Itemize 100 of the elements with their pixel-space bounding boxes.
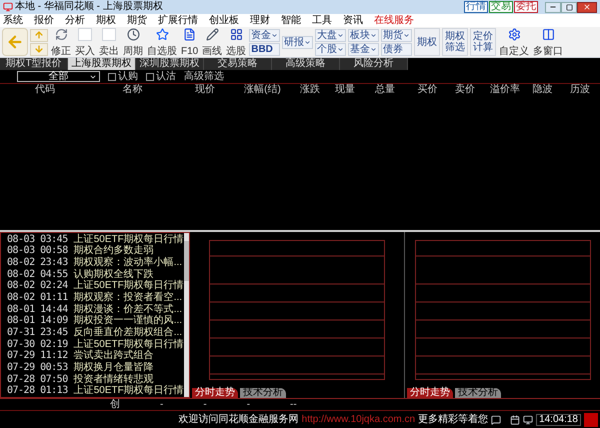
news-headline[interactable]: 上证50ETF期权每日行情 — [74, 234, 184, 245]
news-headline[interactable]: 期权观察：波动率小幅... — [74, 258, 182, 268]
toolbar-button[interactable]: 多窗口 — [532, 28, 564, 56]
dropdown-button[interactable]: 资金 — [249, 28, 280, 42]
grid-icon — [230, 28, 243, 40]
news-time: 07-28 07:50 — [7, 374, 68, 384]
checkbox[interactable] — [146, 72, 154, 80]
column-header[interactable]: 历波 — [560, 84, 600, 96]
news-time: 07-29 11:12 — [7, 351, 68, 362]
toolbar-button[interactable]: 卖出 — [98, 28, 120, 56]
toolbar-button[interactable]: 自定义 — [498, 28, 530, 56]
news-time: 08-03 03:45 — [7, 234, 68, 245]
network-icon[interactable] — [523, 414, 534, 424]
menu-item[interactable]: 报价 — [34, 16, 54, 26]
refresh-icon — [54, 28, 68, 40]
column-header[interactable]: 名称 — [90, 84, 175, 96]
chart-tab[interactable]: 分时走势 — [407, 388, 453, 398]
menu-item[interactable]: 在线服务 — [374, 16, 414, 26]
scrollbar[interactable] — [184, 233, 189, 397]
up-arrow-icon — [34, 30, 44, 40]
message-icon[interactable] — [491, 414, 502, 424]
market-tab[interactable]: 交易策略 — [204, 58, 272, 70]
toolbar-button[interactable]: 修正 — [50, 28, 72, 56]
dropdown-button[interactable]: 个股 — [315, 42, 346, 56]
toolbar-button[interactable]: 期权筛选 — [442, 28, 468, 56]
toolbar-button[interactable]: 选股 — [225, 28, 248, 56]
dropdown-button[interactable]: 板块 — [348, 28, 380, 42]
column-header[interactable]: 隐波 — [525, 84, 560, 96]
dropdown-button[interactable]: 研报 — [282, 36, 314, 48]
menu-item[interactable]: 工具 — [312, 16, 332, 26]
checkbox-label: 认沽 — [156, 72, 176, 82]
market-tab[interactable]: 风险分析 — [340, 58, 408, 70]
column-header[interactable]: 卖价 — [445, 84, 485, 96]
news-time: 08-02 23:43 — [7, 258, 68, 268]
market-tab[interactable]: 高级策略 — [272, 58, 340, 70]
toolbar-button[interactable]: 画线 — [201, 28, 224, 56]
toolbar-button[interactable]: F10 — [180, 28, 200, 56]
menu-item[interactable]: 理财 — [250, 16, 270, 26]
caret-icon — [304, 38, 312, 46]
market-tab[interactable]: 上海股票期权 — [68, 58, 136, 70]
column-header[interactable]: 现量 — [330, 84, 360, 96]
toolbar-button[interactable]: 周期 — [122, 28, 144, 56]
promo-text: 更多精彩等着您 — [418, 414, 488, 424]
news-headline[interactable]: 尝试卖出跨式组合 — [74, 351, 154, 362]
news-headline[interactable]: 期权观察：投资者看空... — [74, 293, 182, 304]
market-tab[interactable]: 期权T型报价 — [0, 58, 68, 70]
menu-item[interactable]: 系统 — [3, 16, 23, 26]
menu-item[interactable]: 智能 — [281, 16, 301, 26]
news-headline[interactable]: 期权漫谈：价差不等式... — [74, 304, 182, 315]
news-headline[interactable]: 上证50ETF期权每日行情 — [74, 340, 184, 350]
dropdown-button[interactable]: 基金 — [348, 42, 380, 56]
news-headline[interactable]: 上证50ETF期权每日行情 — [74, 281, 184, 292]
menu-item[interactable]: 资讯 — [343, 16, 363, 26]
news-headline[interactable]: 期权投资一一谨慎的风... — [74, 316, 182, 326]
document-icon — [183, 28, 196, 40]
settings-icon — [508, 28, 521, 40]
chart-tab[interactable]: 分时走势 — [192, 388, 238, 398]
column-header[interactable]: 买价 — [410, 84, 445, 96]
close-button[interactable] — [577, 2, 597, 12]
maximize-button[interactable] — [561, 2, 577, 12]
column-header[interactable]: 溢价率 — [485, 84, 525, 96]
calendar-icon[interactable] — [510, 414, 520, 424]
news-time: 08-02 02:24 — [7, 281, 68, 292]
checkbox[interactable] — [108, 72, 116, 80]
news-time: 08-02 01:11 — [7, 293, 68, 304]
advanced-filter-link[interactable]: 高级筛选 — [184, 72, 224, 82]
caret-icon — [403, 32, 410, 38]
alert-indicator — [584, 412, 598, 426]
caret-icon — [89, 73, 97, 81]
news-headline[interactable]: 投资者情绪转悲观 — [74, 374, 154, 384]
column-header[interactable]: 现价 — [175, 84, 235, 96]
toolbar-button[interactable]: 定价计算 — [470, 28, 496, 56]
news-headline[interactable]: 期权合约多数走弱 — [74, 246, 154, 256]
status-value: -- — [290, 400, 297, 410]
toolbar-button[interactable]: 期权 — [414, 28, 440, 56]
news-headline[interactable]: 认购期权全线下跌 — [74, 270, 154, 280]
category-dropdown[interactable]: 全部 — [17, 71, 100, 82]
dropdown-button[interactable]: BBD — [249, 42, 280, 56]
menu-item[interactable]: 期权 — [96, 16, 116, 26]
mode-button[interactable]: 行情 — [464, 1, 488, 13]
menu-item[interactable]: 期货 — [127, 16, 147, 26]
news-headline[interactable]: 反向垂直价差期权组合... — [74, 328, 182, 338]
dropdown-button[interactable]: 期货 — [381, 28, 412, 42]
clock-icon — [126, 28, 140, 40]
news-headline[interactable]: 期权换月仓量皆降 — [74, 362, 154, 373]
column-header[interactable]: 代码 — [0, 84, 90, 96]
toolbar-button[interactable]: 买入 — [74, 28, 96, 56]
menu-item[interactable]: 扩展行情 — [158, 16, 198, 26]
column-header[interactable]: 总量 — [360, 84, 410, 96]
column-header[interactable]: 涨跌 — [290, 84, 330, 96]
dropdown-button[interactable]: 大盘 — [315, 28, 346, 42]
menu-item[interactable]: 分析 — [65, 16, 85, 26]
toolbar-button[interactable]: 自选股 — [146, 28, 178, 56]
market-tab[interactable]: 深圳股票期权 — [136, 58, 204, 70]
column-header[interactable]: 涨幅(结) — [235, 84, 290, 96]
news-headline[interactable]: 上证50ETF期权每日行情 — [74, 386, 184, 396]
dropdown-button[interactable]: 债券 — [381, 42, 412, 56]
menu-item[interactable]: 创业板 — [209, 16, 239, 26]
minimize-button[interactable] — [545, 2, 561, 12]
close-icon — [583, 3, 591, 11]
